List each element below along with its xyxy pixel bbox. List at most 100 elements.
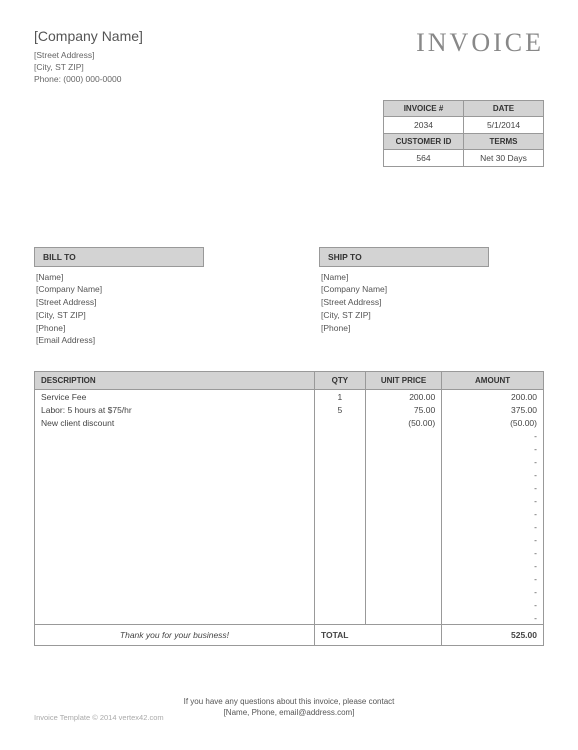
cell-qty (314, 442, 365, 455)
cell-amount: - (442, 533, 544, 546)
cell-qty (314, 468, 365, 481)
cell-description (35, 494, 315, 507)
table-row: - (35, 559, 544, 572)
table-row: - (35, 468, 544, 481)
cell-price (365, 598, 441, 611)
table-row: - (35, 533, 544, 546)
cell-qty (314, 585, 365, 598)
table-row: Labor: 5 hours at $75/hr575.00375.00 (35, 403, 544, 416)
table-row: - (35, 585, 544, 598)
col-qty: QTY (314, 372, 365, 390)
cell-description (35, 559, 315, 572)
invoice-meta-table: INVOICE # DATE 2034 5/1/2014 CUSTOMER ID… (383, 100, 544, 167)
table-row: - (35, 546, 544, 559)
cell-price (365, 611, 441, 625)
cell-price (365, 533, 441, 546)
bill-city: [City, ST ZIP] (36, 309, 259, 322)
cell-qty (314, 429, 365, 442)
cell-description (35, 442, 315, 455)
table-row: New client discount(50.00)(50.00) (35, 416, 544, 429)
cell-amount: - (442, 442, 544, 455)
ship-to-header: SHIP TO (319, 247, 489, 267)
cell-description (35, 481, 315, 494)
cell-amount: - (442, 585, 544, 598)
bill-to-section: BILL TO [Name] [Company Name] [Street Ad… (34, 247, 259, 348)
invoice-title: INVOICE (416, 28, 544, 58)
table-row: - (35, 598, 544, 611)
bill-email: [Email Address] (36, 334, 259, 347)
cell-amount: - (442, 572, 544, 585)
cell-price (365, 572, 441, 585)
col-price: UNIT PRICE (365, 372, 441, 390)
cell-qty: 5 (314, 403, 365, 416)
ship-city: [City, ST ZIP] (321, 309, 544, 322)
cell-amount: - (442, 468, 544, 481)
meta-date-hdr: DATE (464, 100, 544, 116)
cell-amount: - (442, 598, 544, 611)
cell-amount: - (442, 429, 544, 442)
thank-you-message: Thank you for your business! (35, 625, 315, 646)
cell-amount: - (442, 546, 544, 559)
cell-qty (314, 559, 365, 572)
cell-amount: (50.00) (442, 416, 544, 429)
cell-description (35, 585, 315, 598)
ship-street: [Street Address] (321, 296, 544, 309)
cell-description (35, 507, 315, 520)
cell-qty (314, 455, 365, 468)
cell-price (365, 520, 441, 533)
copyright: Invoice Template © 2014 vertex42.com (34, 713, 164, 722)
bill-name: [Name] (36, 271, 259, 284)
cell-amount: - (442, 481, 544, 494)
col-amount: AMOUNT (442, 372, 544, 390)
table-row: - (35, 442, 544, 455)
cell-description (35, 533, 315, 546)
line-items-table: DESCRIPTION QTY UNIT PRICE AMOUNT Servic… (34, 371, 544, 646)
cell-amount: - (442, 611, 544, 625)
meta-cust-hdr: CUSTOMER ID (384, 133, 464, 149)
cell-description (35, 598, 315, 611)
cell-qty (314, 416, 365, 429)
bill-street: [Street Address] (36, 296, 259, 309)
cell-qty (314, 533, 365, 546)
cell-price: 75.00 (365, 403, 441, 416)
cell-price (365, 468, 441, 481)
cell-price (365, 429, 441, 442)
cell-price: 200.00 (365, 390, 441, 404)
table-row: - (35, 429, 544, 442)
cell-amount: - (442, 559, 544, 572)
cell-description (35, 546, 315, 559)
table-row: - (35, 520, 544, 533)
bill-company: [Company Name] (36, 283, 259, 296)
cell-price (365, 585, 441, 598)
cell-qty (314, 546, 365, 559)
cell-qty (314, 598, 365, 611)
cell-description (35, 429, 315, 442)
cell-description (35, 455, 315, 468)
bill-to-header: BILL TO (34, 247, 204, 267)
ship-company: [Company Name] (321, 283, 544, 296)
table-row: Service Fee1200.00200.00 (35, 390, 544, 404)
cell-qty (314, 572, 365, 585)
table-row: - (35, 572, 544, 585)
company-street: [Street Address] (34, 50, 143, 62)
meta-invoice-hdr: INVOICE # (384, 100, 464, 116)
cell-qty (314, 507, 365, 520)
meta-customer: 564 (384, 149, 464, 166)
meta-terms: Net 30 Days (464, 149, 544, 166)
cell-price (365, 507, 441, 520)
cell-description: Labor: 5 hours at $75/hr (35, 403, 315, 416)
company-city: [City, ST ZIP] (34, 62, 143, 74)
cell-amount: - (442, 507, 544, 520)
cell-amount: - (442, 520, 544, 533)
ship-name: [Name] (321, 271, 544, 284)
cell-amount: 200.00 (442, 390, 544, 404)
cell-description: New client discount (35, 416, 315, 429)
cell-price (365, 481, 441, 494)
table-row: - (35, 507, 544, 520)
cell-qty (314, 520, 365, 533)
total-label: TOTAL (314, 625, 441, 646)
table-row: - (35, 611, 544, 625)
cell-description (35, 520, 315, 533)
cell-amount: - (442, 494, 544, 507)
ship-to-section: SHIP TO [Name] [Company Name] [Street Ad… (319, 247, 544, 348)
